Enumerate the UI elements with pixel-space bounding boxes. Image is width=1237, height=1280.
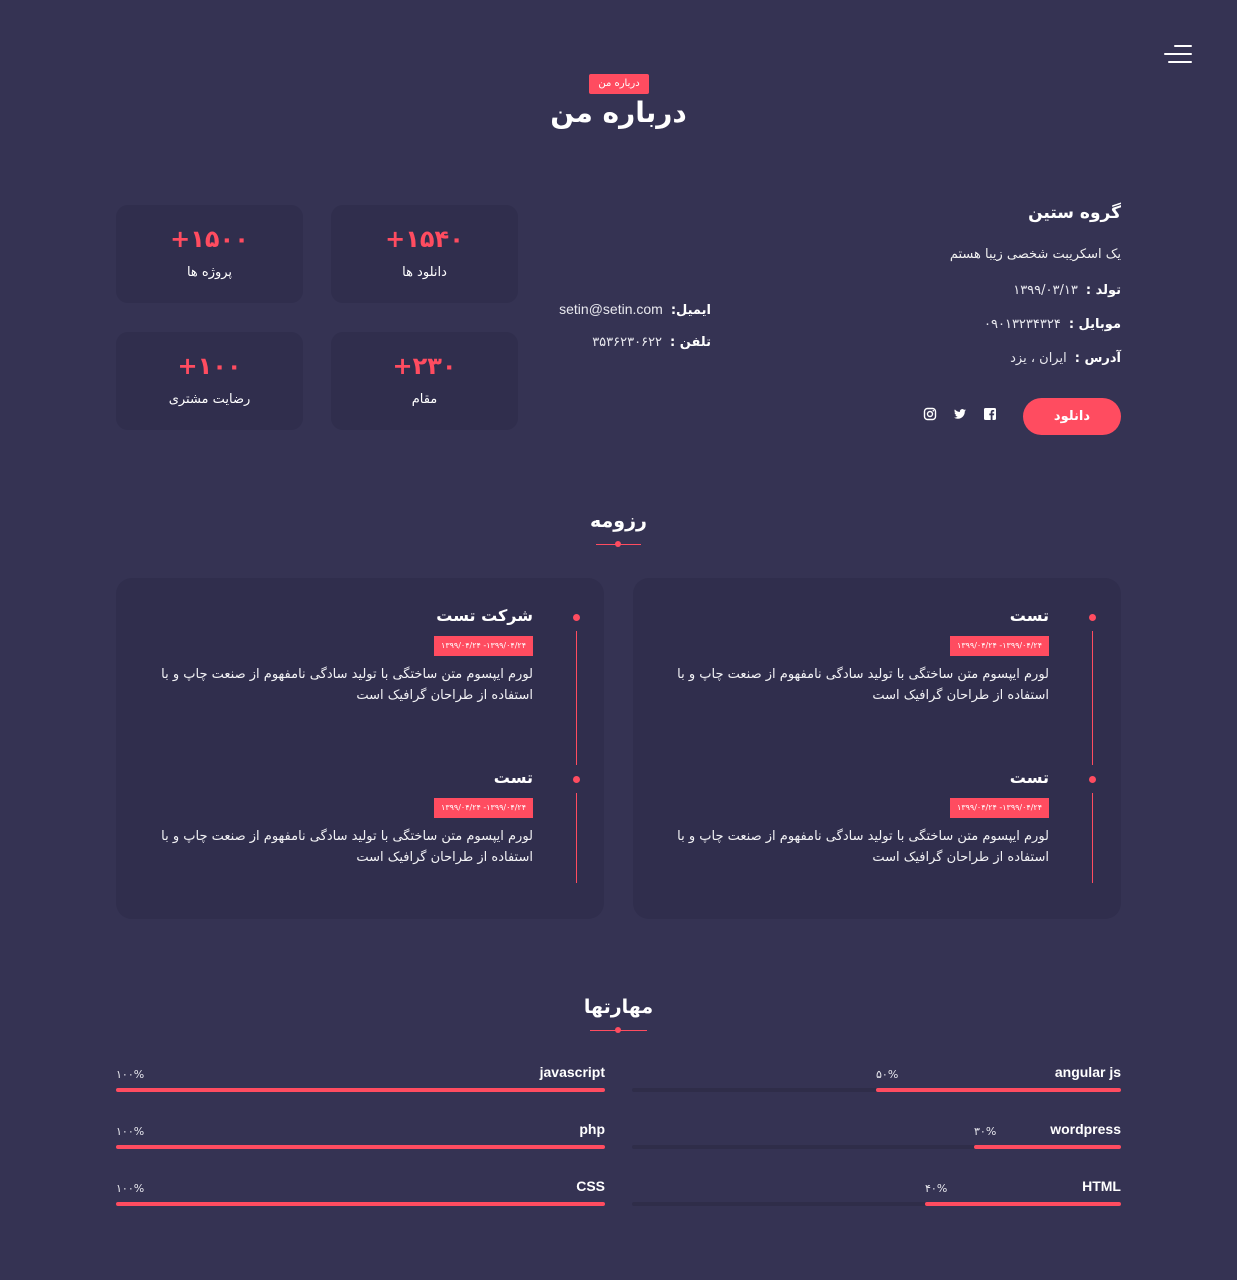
skill-percent: ۴۰%: [925, 1182, 948, 1195]
skill-bar: javascript ۱۰۰%: [116, 1064, 605, 1094]
instagram-icon[interactable]: [923, 407, 937, 421]
resume-item-text: لورم ایپسوم متن ساختگی با تولید سادگی نا…: [677, 667, 1049, 703]
resume-item: تست ۱۳۹۹/۰۴/۲۴- ۱۳۹۹/۰۴/۲۴ لورم ایپسوم م…: [649, 768, 1049, 865]
email-label: ایمیل:: [670, 303, 711, 318]
stat-label: دانلود ها: [402, 265, 447, 280]
section-badge: درباره من: [589, 74, 649, 94]
skill-name: javascript: [539, 1064, 605, 1080]
hamburger-menu-icon[interactable]: [1164, 45, 1192, 65]
skill-name: angular js: [1054, 1064, 1121, 1080]
resume-item-title: تست: [1009, 768, 1049, 787]
profile-name: گروه ستین: [1028, 203, 1121, 223]
timeline-dot: [1089, 614, 1096, 621]
timeline-dot: [573, 776, 580, 783]
skill-bar: CSS ۱۰۰%: [116, 1178, 605, 1208]
resume-item-title: تست: [493, 768, 533, 787]
skill-bar: HTML ۴۰%: [632, 1178, 1121, 1208]
stat-label: مقام: [411, 392, 438, 407]
resume-heading-dot: [615, 541, 621, 547]
timeline-line: [576, 793, 577, 883]
mobile-row: موبایل : ۰۹۰۱۳۲۳۴۳۲۴: [984, 317, 1121, 332]
resume-item-text: لورم ایپسوم متن ساختگی با تولید سادگی نا…: [161, 829, 533, 865]
skill-percent: ۱۰۰%: [116, 1068, 145, 1081]
skill-bar: angular js ۵۰%: [632, 1064, 1121, 1094]
skill-name: CSS: [576, 1178, 605, 1194]
phone-label: تلفن :: [670, 335, 711, 350]
phone-row: تلفن : ۳۵۳۶۲۳۰۶۲۲: [592, 335, 711, 350]
stat-number: +۱۰۰: [177, 352, 242, 380]
skill-track: [632, 1088, 1121, 1092]
skill-fill: [116, 1145, 605, 1149]
birth-row: تولد : ۱۳۹۹/۰۳/۱۳: [1013, 283, 1121, 298]
download-button[interactable]: دانلود: [1023, 398, 1121, 435]
skill-percent: ۳۰%: [974, 1125, 997, 1138]
stat-label: رضایت مشتری: [168, 392, 251, 407]
resume-card-experience: تست ۱۳۹۹/۰۴/۲۴- ۱۳۹۹/۰۴/۲۴ لورم ایپسوم م…: [633, 578, 1121, 919]
timeline-line: [576, 631, 577, 765]
resume-item-date: ۱۳۹۹/۰۴/۲۴- ۱۳۹۹/۰۴/۲۴: [434, 798, 533, 818]
address-value: ایران ، یزد: [1010, 351, 1067, 366]
skill-percent: ۵۰%: [876, 1068, 899, 1081]
skill-fill: [974, 1145, 1121, 1149]
skills-heading-dot: [615, 1027, 621, 1033]
skill-bar: wordpress ۳۰%: [632, 1121, 1121, 1151]
resume-item-date: ۱۳۹۹/۰۴/۲۴- ۱۳۹۹/۰۴/۲۴: [950, 798, 1049, 818]
resume-item-date: ۱۳۹۹/۰۴/۲۴- ۱۳۹۹/۰۴/۲۴: [950, 636, 1049, 656]
skill-fill: [116, 1088, 605, 1092]
resume-item: تست ۱۳۹۹/۰۴/۲۴- ۱۳۹۹/۰۴/۲۴ لورم ایپسوم م…: [133, 768, 533, 865]
skill-fill: [876, 1088, 1121, 1092]
skill-track: [632, 1145, 1121, 1149]
page-title: درباره من: [550, 96, 687, 129]
skill-track: [116, 1088, 605, 1092]
timeline-line: [1092, 631, 1093, 765]
resume-item-text: لورم ایپسوم متن ساختگی با تولید سادگی نا…: [161, 667, 533, 703]
stat-number: +۲۳۰: [392, 352, 457, 380]
facebook-icon[interactable]: [983, 407, 997, 421]
timeline-line: [1092, 793, 1093, 883]
stat-card-downloads: +۱۵۴۰ دانلود ها: [331, 205, 518, 303]
resume-item: شرکت تست ۱۳۹۹/۰۴/۲۴- ۱۳۹۹/۰۴/۲۴ لورم ایپ…: [133, 606, 533, 703]
stat-card-projects: +۱۵۰۰ پروژه ها: [116, 205, 303, 303]
stat-card-satisfaction: +۱۰۰ رضایت مشتری: [116, 332, 303, 430]
resume-item-title: تست: [1009, 606, 1049, 625]
resume-item-title: شرکت تست: [436, 606, 533, 625]
skill-fill: [925, 1202, 1121, 1206]
stat-card-awards: +۲۳۰ مقام: [331, 332, 518, 430]
address-row: آدرس : ایران ، یزد: [1010, 351, 1121, 366]
skill-bar: php ۱۰۰%: [116, 1121, 605, 1151]
birth-label: تولد :: [1085, 283, 1121, 298]
email-value[interactable]: setin@setin.com: [559, 301, 663, 317]
skill-name: HTML: [1082, 1178, 1121, 1194]
about-info: گروه ستین یک اسکریبت شخصی زیبا هستم تولد…: [540, 195, 1121, 445]
skill-track: [116, 1145, 605, 1149]
skill-name: php: [579, 1121, 605, 1137]
mobile-value: ۰۹۰۱۳۲۳۴۳۲۴: [984, 317, 1061, 332]
resume-item-date: ۱۳۹۹/۰۴/۲۴- ۱۳۹۹/۰۴/۲۴: [434, 636, 533, 656]
email-row: ایمیل: setin@setin.com: [559, 301, 711, 318]
skill-percent: ۱۰۰%: [116, 1182, 145, 1195]
timeline-dot: [1089, 776, 1096, 783]
skill-track: [116, 1202, 605, 1206]
resume-heading: رزومه: [590, 510, 647, 532]
twitter-icon[interactable]: [953, 407, 967, 421]
skill-name: wordpress: [1050, 1121, 1121, 1137]
mobile-label: موبایل :: [1068, 317, 1121, 332]
profile-bio: یک اسکریبت شخصی زیبا هستم: [949, 247, 1121, 262]
address-label: آدرس :: [1074, 351, 1121, 366]
resume-item: تست ۱۳۹۹/۰۴/۲۴- ۱۳۹۹/۰۴/۲۴ لورم ایپسوم م…: [649, 606, 1049, 703]
stat-label: پروژه ها: [186, 265, 233, 280]
skill-track: [632, 1202, 1121, 1206]
resume-card-education: شرکت تست ۱۳۹۹/۰۴/۲۴- ۱۳۹۹/۰۴/۲۴ لورم ایپ…: [116, 578, 604, 919]
resume-item-text: لورم ایپسوم متن ساختگی با تولید سادگی نا…: [677, 829, 1049, 865]
skill-percent: ۱۰۰%: [116, 1125, 145, 1138]
timeline-dot: [573, 614, 580, 621]
phone-value: ۳۵۳۶۲۳۰۶۲۲: [592, 335, 663, 350]
stat-number: +۱۵۰۰: [170, 225, 249, 253]
stat-number: +۱۵۴۰: [385, 225, 464, 253]
skill-fill: [116, 1202, 605, 1206]
birth-value: ۱۳۹۹/۰۳/۱۳: [1013, 283, 1078, 298]
skills-heading: مهارتها: [583, 996, 654, 1018]
